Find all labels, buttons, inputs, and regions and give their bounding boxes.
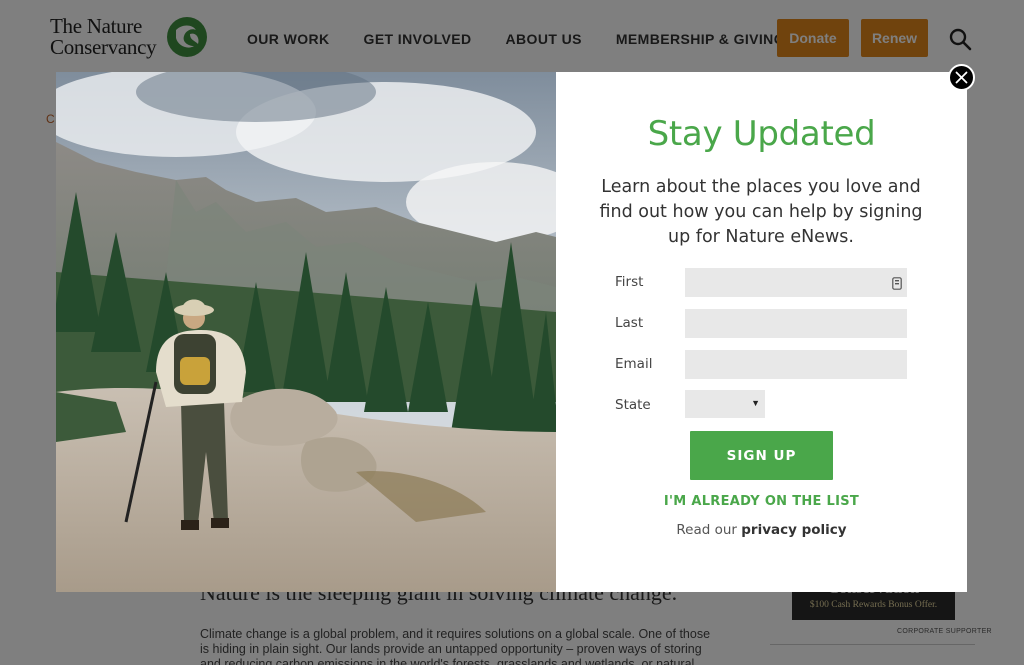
privacy-line: Read our privacy policy <box>556 522 967 538</box>
already-on-list-link[interactable]: I'M ALREADY ON THE LIST <box>556 494 967 509</box>
privacy-prefix: Read our <box>676 522 742 538</box>
hiker-mountain-photo <box>56 72 556 592</box>
state-select[interactable]: ▼ <box>685 390 765 418</box>
state-label: State <box>615 397 651 413</box>
close-icon <box>955 71 968 84</box>
autofill-icon[interactable] <box>892 277 902 290</box>
first-name-input[interactable] <box>685 268 907 297</box>
sign-up-button[interactable]: SIGN UP <box>690 431 833 480</box>
email-input[interactable] <box>685 350 907 379</box>
last-name-label: Last <box>615 315 644 331</box>
first-name-label: First <box>615 274 644 290</box>
privacy-policy-link[interactable]: privacy policy <box>741 522 846 538</box>
close-button[interactable] <box>948 64 975 91</box>
modal-title: Stay Updated <box>647 114 876 154</box>
dropdown-arrow-icon: ▼ <box>751 398 760 408</box>
modal-description: Learn about the places you love and find… <box>599 177 923 247</box>
last-name-input[interactable] <box>685 309 907 338</box>
email-label: Email <box>615 356 653 372</box>
